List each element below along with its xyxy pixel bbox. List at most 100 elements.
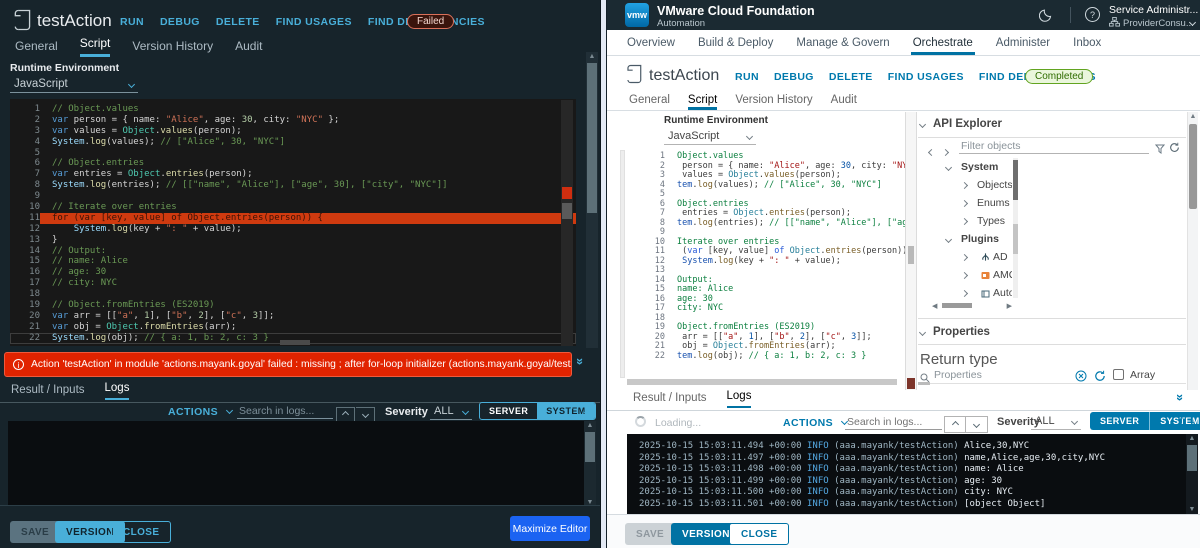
search-next-button[interactable]	[966, 414, 988, 433]
scrollbar-thumb[interactable]	[1013, 160, 1018, 200]
scroll-left-icon[interactable]: ◀	[932, 302, 937, 311]
bottom-tab-result-inputs[interactable]: Result / Inputs	[11, 384, 85, 400]
pane-scrollbar[interactable]: ▲	[586, 52, 598, 348]
search-logs-input[interactable]: Search in logs...	[845, 415, 942, 430]
action-button-run[interactable]: RUN	[735, 71, 759, 83]
maximize-editor-button[interactable]: Maximize Editor	[510, 516, 590, 541]
tree-item-ad[interactable]: AD	[932, 248, 1012, 266]
tab-general[interactable]: General	[15, 39, 58, 57]
scroll-right-icon[interactable]: ▶	[1007, 302, 1012, 311]
tree-scrollbar[interactable]	[1013, 158, 1018, 298]
bottom-tab-result-inputs[interactable]: Result / Inputs	[633, 392, 707, 408]
runtime-select[interactable]: JavaScript	[664, 128, 756, 145]
user-org[interactable]: ProviderConsu...	[1109, 17, 1194, 30]
chevron-right-icon[interactable]	[961, 217, 968, 224]
nav-tab-build-deploy[interactable]: Build & Deploy	[696, 37, 775, 55]
editor-scrollbar[interactable]	[561, 100, 573, 346]
action-button-debug[interactable]: DEBUG	[774, 71, 814, 83]
tree-item-enums[interactable]: Enums	[932, 194, 1012, 212]
chevron-down-icon[interactable]	[945, 235, 952, 242]
actions-dropdown[interactable]: ACTIONS	[168, 406, 232, 418]
tab-script[interactable]: Script	[80, 36, 111, 57]
tab-version-history[interactable]: Version History	[132, 39, 213, 57]
search-next-button[interactable]	[356, 404, 375, 423]
scrollbar-thumb[interactable]	[1187, 445, 1197, 471]
refresh-icon[interactable]	[1169, 140, 1180, 158]
chevron-down-icon[interactable]	[945, 163, 952, 170]
collapse-double-chevron-icon[interactable]: »	[573, 358, 588, 365]
scroll-up-icon[interactable]: ▲	[1186, 434, 1198, 443]
panel-scrollbar[interactable]: ▲	[1187, 112, 1198, 390]
search-prev-button[interactable]	[336, 404, 355, 423]
action-button-delete[interactable]: DELETE	[829, 71, 873, 83]
scroll-to-bottom-icon[interactable]: ↓	[582, 404, 588, 416]
filter-icon[interactable]	[1155, 141, 1165, 159]
scrollbar-thumb[interactable]	[562, 203, 572, 219]
tree-item-types[interactable]: Types	[932, 212, 1012, 230]
action-button-find-usages[interactable]: FIND USAGES	[888, 71, 964, 83]
clear-circle-x-icon[interactable]	[1075, 369, 1087, 387]
help-icon[interactable]: ?	[1085, 7, 1100, 22]
tab-general[interactable]: General	[629, 94, 670, 110]
vmware-logo[interactable]: vmw	[625, 3, 649, 27]
scroll-up-icon[interactable]: ▲	[1188, 112, 1198, 121]
chevron-right-icon[interactable]	[961, 199, 968, 206]
user-name[interactable]: Service Administr...	[1109, 4, 1198, 16]
save-button[interactable]: SAVE	[625, 523, 675, 545]
tree-item-amqp[interactable]: AMQP	[932, 266, 1012, 284]
scroll-down-icon[interactable]: ▼	[1186, 505, 1198, 514]
action-button-debug[interactable]: DEBUG	[160, 16, 200, 28]
nav-tab-overview[interactable]: Overview	[625, 37, 677, 55]
tree-item-auto[interactable]: Auto	[932, 284, 1012, 298]
splitter-handle[interactable]	[908, 246, 914, 264]
api-explorer-header[interactable]: API Explorer	[920, 118, 1002, 130]
close-button[interactable]: CLOSE	[111, 521, 171, 543]
scroll-up-icon[interactable]: ▲	[584, 421, 596, 430]
tab-audit[interactable]: Audit	[831, 94, 857, 110]
array-checkbox[interactable]	[1113, 369, 1124, 380]
code-editor[interactable]: 1Object.values2 person = { name: "Alice"…	[627, 150, 905, 378]
runtime-select[interactable]: JavaScript	[10, 76, 138, 93]
scrollbar-thumb[interactable]	[1189, 124, 1197, 209]
editor-h-scrollbar-thumb[interactable]	[627, 379, 897, 385]
scroll-to-bottom-icon[interactable]: ↓	[1190, 414, 1196, 426]
nav-tab-orchestrate[interactable]: Orchestrate	[911, 37, 975, 55]
tab-audit[interactable]: Audit	[235, 39, 262, 57]
chevron-right-icon[interactable]	[961, 253, 968, 260]
bottom-tab-logs[interactable]: Logs	[727, 390, 752, 408]
collapse-double-chevron-icon[interactable]: »	[1173, 394, 1188, 401]
tree-item-objects[interactable]: Objects	[932, 176, 1012, 194]
scrollbar-thumb[interactable]	[585, 432, 595, 462]
severity-select[interactable]: ALL	[430, 403, 472, 420]
tree-item-plugins[interactable]: Plugins	[932, 230, 1012, 248]
severity-select[interactable]: ALL	[1031, 413, 1081, 430]
log-scrollbar[interactable]: ▲ ▼	[584, 421, 596, 507]
chevron-right-icon[interactable]	[961, 289, 968, 296]
code-editor[interactable]: 1// Object.values2var person = { name: "…	[10, 99, 576, 346]
action-button-find-usages[interactable]: FIND USAGES	[276, 16, 352, 28]
tab-script[interactable]: Script	[688, 94, 717, 110]
dark-mode-moon-icon[interactable]	[1039, 8, 1053, 27]
actions-dropdown[interactable]: ACTIONS	[783, 417, 847, 429]
search-logs-input[interactable]: Search in logs...	[237, 404, 333, 419]
properties-header[interactable]: Properties	[920, 326, 990, 338]
splitter[interactable]	[905, 112, 917, 390]
server-toggle[interactable]: SERVER	[480, 403, 537, 419]
close-button[interactable]: CLOSE	[729, 523, 789, 545]
tree-item-system[interactable]: System	[932, 158, 1012, 176]
scroll-to-top-icon[interactable]: ↑	[569, 404, 575, 416]
log-output[interactable]: 2025-10-15 15:03:11.494 +00:00 INFO (aaa…	[627, 434, 1198, 514]
chevron-right-icon[interactable]	[961, 271, 968, 278]
editor-h-scrollbar-thumb[interactable]	[280, 340, 310, 345]
save-button[interactable]: SAVE	[10, 521, 60, 543]
refresh-icon[interactable]	[1094, 369, 1106, 387]
server-toggle[interactable]: SERVER	[1090, 412, 1149, 430]
action-button-delete[interactable]: DELETE	[216, 16, 260, 28]
scrollbar-thumb[interactable]	[587, 63, 597, 213]
scrollbar-thumb[interactable]	[942, 303, 972, 308]
properties-search-input[interactable]: Properties	[934, 369, 982, 381]
filter-objects-input[interactable]: Filter objects	[959, 139, 1149, 154]
search-prev-button[interactable]	[944, 414, 966, 433]
scroll-to-top-icon[interactable]: ↑	[1179, 414, 1185, 426]
bottom-tab-logs[interactable]: Logs	[105, 382, 130, 400]
